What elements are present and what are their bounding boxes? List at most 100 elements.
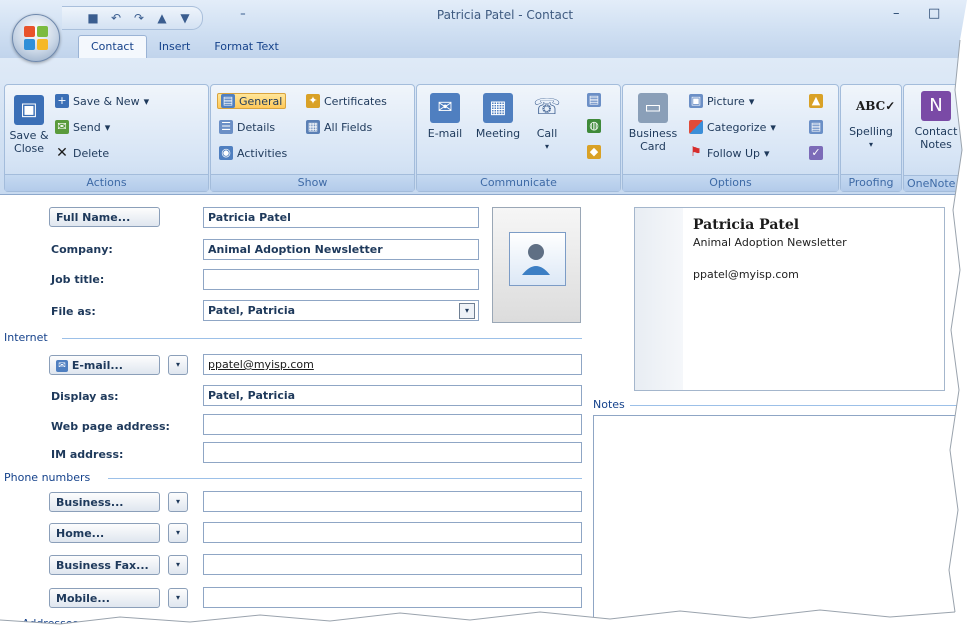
email-input[interactable]: ppatel@myisp.com xyxy=(203,354,582,375)
notes-textarea[interactable] xyxy=(593,415,967,631)
file-as-label: File as: xyxy=(51,305,96,318)
follow-up-button[interactable]: ⚑ Follow Up ▾ xyxy=(689,146,770,160)
spelling-button[interactable]: ABC✓ Spelling ▾ xyxy=(843,91,899,151)
group-label-show: Show xyxy=(211,174,414,191)
phone-section-title: Phone numbers xyxy=(4,471,91,484)
address-book-icon[interactable]: ▤ xyxy=(809,120,823,134)
all-fields-icon: ▦ xyxy=(306,120,320,134)
email-icon: ✉ xyxy=(56,360,68,372)
general-button[interactable]: ▤ General xyxy=(217,93,287,109)
chevron-down-icon: ▾ xyxy=(104,120,111,134)
activities-icon: ◉ xyxy=(219,146,233,160)
company-label: Company: xyxy=(51,243,113,256)
group-label-communicate: Communicate xyxy=(417,174,620,191)
business-fax-input[interactable] xyxy=(203,554,582,575)
chevron-down-icon: ▾ xyxy=(764,146,770,160)
internet-divider xyxy=(62,338,582,339)
all-fields-button[interactable]: ▦ All Fields xyxy=(306,120,372,134)
full-name-button[interactable]: Full Name... xyxy=(49,207,160,227)
map-icon[interactable]: ◆ xyxy=(587,145,601,159)
full-name-input[interactable]: Patricia Patel xyxy=(203,207,479,228)
save-new-icon: + xyxy=(55,94,69,108)
group-label-options: Options xyxy=(623,174,838,191)
office-button[interactable] xyxy=(12,14,60,62)
business-card-preview[interactable]: Patricia Patel Animal Adoption Newslette… xyxy=(634,207,945,391)
phone-divider xyxy=(108,478,582,479)
company-input[interactable]: Animal Adoption Newsletter xyxy=(203,239,479,260)
categorize-button[interactable]: Categorize ▾ xyxy=(689,120,776,134)
contact-window: ■ ↶ ↷ ▲ ▼ ⁼ Patricia Patel - Contact – □… xyxy=(0,0,967,631)
chevron-down-icon: ▾ xyxy=(748,94,755,108)
business-phone-button[interactable]: Business... xyxy=(49,492,160,512)
send-button[interactable]: ✉ Send ▾ xyxy=(55,120,110,134)
delete-icon: ✕ xyxy=(56,145,68,161)
picture-button[interactable]: ▣ Picture ▾ xyxy=(689,94,754,108)
group-actions: ▣ Save & Close + Save & New ▾ ✉ Send ▾ ✕ D… xyxy=(4,84,209,192)
addresses-section-title: Addresses xyxy=(22,617,79,630)
private-lock-icon[interactable]: ▲ xyxy=(809,94,823,108)
minimize-button[interactable]: – xyxy=(893,6,900,21)
mobile-phone-dropdown[interactable]: ▾ xyxy=(168,588,188,608)
business-fax-dropdown[interactable]: ▾ xyxy=(168,555,188,575)
home-phone-dropdown[interactable]: ▾ xyxy=(168,523,188,543)
ribbon-tabs: Contact Insert Format Text xyxy=(78,34,291,58)
tab-format-text[interactable]: Format Text xyxy=(202,36,291,58)
onenote-icon: N xyxy=(921,91,951,121)
general-icon: ▤ xyxy=(221,94,235,108)
mobile-phone-button[interactable]: Mobile... xyxy=(49,588,160,608)
contact-photo-button[interactable] xyxy=(492,207,581,323)
phone-icon: ☏ xyxy=(533,95,561,120)
check-names-icon[interactable]: ✓ xyxy=(809,146,823,160)
meeting-icon: ▦ xyxy=(483,93,513,123)
im-address-input[interactable] xyxy=(203,442,582,463)
notes-divider xyxy=(630,405,967,406)
web-page-input[interactable] xyxy=(203,414,582,435)
web-page-icon[interactable]: ◍ xyxy=(587,119,601,133)
business-phone-dropdown[interactable]: ▾ xyxy=(168,492,188,512)
details-button[interactable]: ☰ Details xyxy=(219,120,275,134)
home-phone-input[interactable] xyxy=(203,522,582,543)
mobile-phone-input[interactable] xyxy=(203,587,582,608)
save-new-button[interactable]: + Save & New ▾ xyxy=(55,94,149,108)
send-icon: ✉ xyxy=(55,120,69,134)
card-name: Patricia Patel xyxy=(693,217,800,233)
certificates-button[interactable]: ✦ Certificates xyxy=(306,94,387,108)
group-label-actions: Actions xyxy=(5,174,208,191)
spelling-icon: ABC✓ xyxy=(856,99,896,113)
activities-button[interactable]: ◉ Activities xyxy=(219,146,287,160)
categorize-icon xyxy=(689,120,703,134)
save-close-icon: ▣ xyxy=(14,95,44,125)
email-button[interactable]: ✉ E-mail xyxy=(421,93,469,140)
job-title-input[interactable] xyxy=(203,269,479,290)
call-button[interactable]: ☏ Call ▾ xyxy=(527,93,567,153)
tab-insert[interactable]: Insert xyxy=(147,36,203,58)
meeting-button[interactable]: ▦ Meeting xyxy=(471,93,525,140)
file-as-select[interactable]: Patel, Patricia ▾ xyxy=(203,300,479,321)
card-image-strip xyxy=(635,208,683,390)
tab-contact[interactable]: Contact xyxy=(78,35,147,58)
contact-notes-button[interactable]: N Contact Notes xyxy=(906,91,966,151)
file-as-value: Patel, Patricia xyxy=(208,304,296,317)
notes-section-title: Notes xyxy=(593,398,625,411)
address-book-icon[interactable]: ▤ xyxy=(587,93,601,107)
maximize-button[interactable]: □ xyxy=(928,6,940,21)
display-as-input[interactable]: Patel, Patricia xyxy=(203,385,582,406)
business-fax-button[interactable]: Business Fax... xyxy=(49,555,160,575)
save-close-button[interactable]: ▣ Save & Close xyxy=(9,95,49,155)
chevron-down-icon: ▾ xyxy=(143,94,150,108)
home-phone-button[interactable]: Home... xyxy=(49,523,160,543)
job-title-label: Job title: xyxy=(51,273,105,286)
group-label-onenote: OneNote xyxy=(904,175,967,191)
delete-button[interactable]: ✕ Delete xyxy=(55,146,109,160)
group-onenote: N Contact Notes OneNote xyxy=(903,84,967,192)
web-page-label: Web page address: xyxy=(51,420,170,433)
email-type-dropdown[interactable]: ▾ xyxy=(168,355,188,375)
email-icon: ✉ xyxy=(430,93,460,123)
business-phone-input[interactable] xyxy=(203,491,582,512)
chevron-down-icon[interactable]: ▾ xyxy=(459,303,475,319)
business-card-icon: ▭ xyxy=(638,93,668,123)
details-icon: ☰ xyxy=(219,120,233,134)
group-proofing: ABC✓ Spelling ▾ Proofing xyxy=(840,84,902,192)
email-type-button[interactable]: ✉ E-mail... xyxy=(49,355,160,375)
business-card-button[interactable]: ▭ Business Card xyxy=(625,93,681,153)
